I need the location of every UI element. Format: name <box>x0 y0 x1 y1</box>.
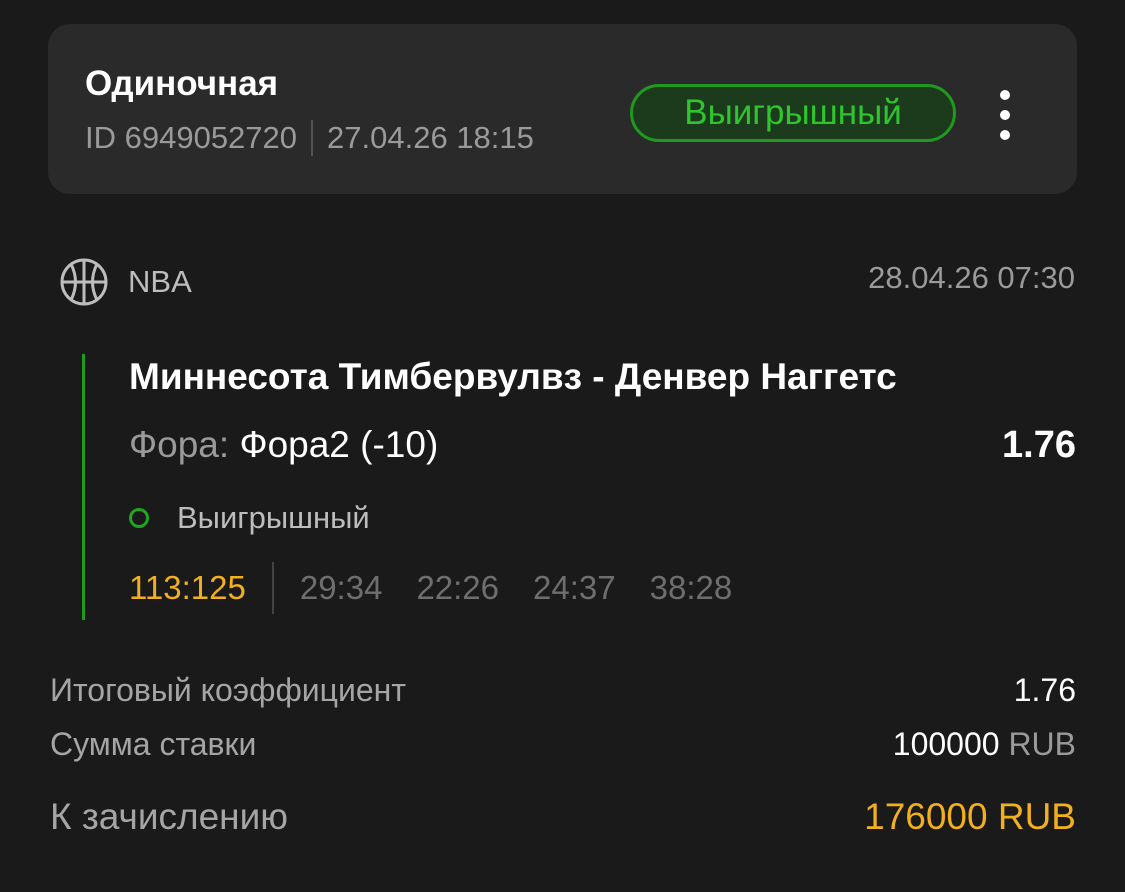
event-odds: 1.76 <box>1002 424 1076 466</box>
stake-value: 100000 RUB <box>893 726 1076 763</box>
score-row: 113:125 29:34 22:26 24:37 38:28 <box>129 562 766 614</box>
event-block: Миннесота Тимбервулвз - Денвер Наггетс Ф… <box>82 354 1076 620</box>
bet-meta: ID 6949052720 27.04.26 18:15 <box>85 120 534 156</box>
bet-id: ID 6949052720 <box>85 120 298 155</box>
outcome-row: Выигрышный <box>129 500 370 536</box>
meta-divider <box>311 120 314 156</box>
payout-label: К зачислению <box>50 796 289 837</box>
payout-value: 176000 RUB <box>864 796 1076 837</box>
circle-outline-icon <box>129 508 149 528</box>
period-score: 24:37 <box>533 569 616 606</box>
market-row: Фора: Фора2 (-10) <box>129 424 438 466</box>
payout-row: К зачислению 176000 RUB <box>50 796 1076 838</box>
outcome-status: Выигрышный <box>177 500 370 535</box>
total-odds-value: 1.76 <box>1013 672 1076 708</box>
stake-label: Сумма ставки <box>50 726 257 762</box>
market-value: Фора2 (-10) <box>239 424 439 465</box>
period-score: 22:26 <box>416 569 500 606</box>
event-teams: Миннесота Тимбервулвз - Денвер Наггетс <box>129 356 897 397</box>
total-odds-row: Итоговый коэффициент 1.76 <box>50 672 1076 709</box>
score-divider <box>271 562 274 614</box>
total-score: 113:125 <box>129 569 246 606</box>
stake-currency: RUB <box>1008 726 1076 762</box>
bet-header-card: Одиночная ID 6949052720 27.04.26 18:15 В… <box>48 24 1077 194</box>
more-vertical-icon[interactable] <box>988 90 1022 140</box>
league-row: NBA <box>58 256 192 308</box>
bet-type-title: Одиночная <box>85 64 279 103</box>
total-odds-label: Итоговый коэффициент <box>50 672 406 708</box>
market-label: Фора: <box>129 424 230 465</box>
event-datetime: 28.04.26 07:30 <box>868 260 1075 295</box>
stake-row: Сумма ставки 100000 RUB <box>50 726 1076 763</box>
period-score: 29:34 <box>299 569 383 606</box>
bet-details-page: Одиночная ID 6949052720 27.04.26 18:15 В… <box>0 0 1125 892</box>
period-score: 38:28 <box>649 569 733 606</box>
basketball-icon <box>60 258 108 306</box>
stake-amount: 100000 <box>892 726 1000 762</box>
status-badge: Выигрышный <box>630 84 956 142</box>
league-name: NBA <box>128 264 192 299</box>
bet-placed-at: 27.04.26 18:15 <box>327 120 534 155</box>
